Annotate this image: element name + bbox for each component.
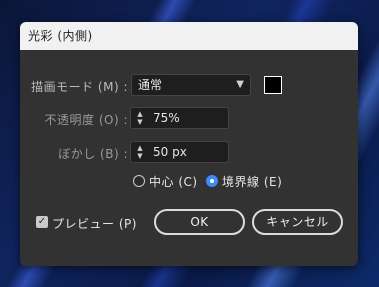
ok-button[interactable]: OK bbox=[154, 209, 245, 235]
center-radio[interactable] bbox=[133, 175, 145, 187]
opacity-stepper-icon[interactable]: ▲ ▼ bbox=[134, 110, 146, 126]
opacity-field[interactable]: ▲ ▼ 75% bbox=[130, 107, 229, 129]
edge-radio-label: 境界線 (E) bbox=[222, 175, 283, 189]
blur-stepper-icon[interactable]: ▲ ▼ bbox=[134, 144, 146, 160]
chevron-down-icon: ▼ bbox=[236, 79, 244, 90]
blend-mode-value: 通常 bbox=[138, 78, 163, 92]
glow-color-swatch[interactable] bbox=[264, 76, 282, 94]
blur-field[interactable]: ▲ ▼ 50 px bbox=[130, 141, 229, 163]
opacity-label: 不透明度 (O) : bbox=[44, 113, 128, 127]
blur-value: 50 px bbox=[153, 145, 187, 159]
edge-radio[interactable] bbox=[206, 175, 218, 187]
blur-label: ぼかし (B) : bbox=[58, 147, 128, 161]
dialog-title: 光彩 (内側) bbox=[20, 22, 358, 50]
inner-glow-dialog: 光彩 (内側) 描画モード (M) : 通常 ▼ 不透明度 (O) : ▲ ▼ 7… bbox=[20, 22, 358, 266]
blend-mode-select[interactable]: 通常 ▼ bbox=[131, 74, 251, 96]
cancel-button[interactable]: キャンセル bbox=[252, 209, 343, 235]
preview-checkbox[interactable]: ✓ bbox=[36, 216, 48, 228]
opacity-value: 75% bbox=[153, 111, 180, 125]
center-radio-label: 中心 (C) bbox=[149, 175, 198, 189]
preview-label: プレビュー (P) bbox=[52, 217, 137, 231]
blend-mode-label: 描画モード (M) : bbox=[31, 80, 128, 94]
